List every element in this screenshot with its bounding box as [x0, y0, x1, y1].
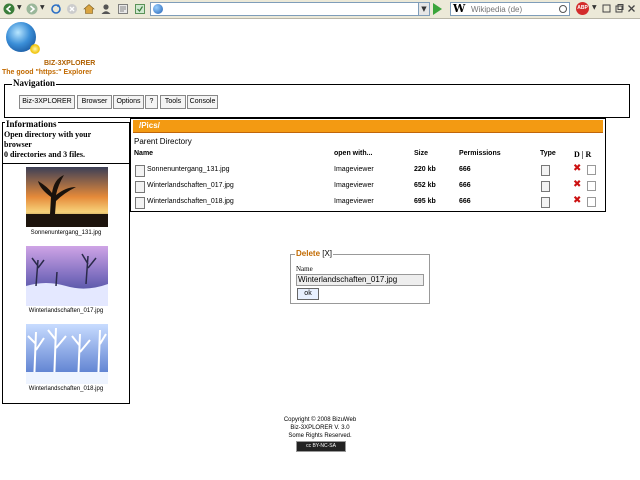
- footer-copyright: Copyright © 2008 BizuWeb: [283, 417, 357, 423]
- file-permissions: 666: [459, 182, 471, 189]
- wikipedia-icon[interactable]: W: [453, 2, 465, 15]
- delete-icon[interactable]: ✖: [573, 196, 581, 206]
- address-bar[interactable]: ▼: [150, 2, 430, 16]
- header-size: Size: [414, 150, 429, 157]
- navigation-legend: Navigation: [12, 78, 57, 88]
- thumbnail-caption: Sonnenuntergang_131.jpg: [30, 230, 102, 236]
- extension-icon[interactable]: [134, 3, 146, 15]
- file-icon: [135, 165, 145, 177]
- address-dropdown-icon[interactable]: ▼: [418, 3, 429, 15]
- delete-icon[interactable]: ✖: [573, 164, 581, 174]
- header-name: Name: [134, 150, 154, 157]
- thumbnail-sunset[interactable]: [26, 167, 108, 227]
- nav-button-console[interactable]: Console: [187, 95, 218, 109]
- go-icon[interactable]: [433, 3, 442, 15]
- file-name[interactable]: Sonnenuntergang_131.jpg: [147, 166, 230, 173]
- pics-panel: /Pics/ Parent Directory Name open with..…: [130, 118, 606, 212]
- file-type-icon: [541, 197, 550, 208]
- delete-icon[interactable]: ✖: [573, 180, 581, 190]
- delete-title: Delete: [296, 249, 321, 258]
- home-icon[interactable]: [83, 3, 95, 15]
- file-name[interactable]: Winterlandschaften_017.jpg: [147, 182, 234, 189]
- open-with-link[interactable]: Imageviewer: [334, 198, 374, 205]
- pics-title: /Pics/: [139, 121, 160, 130]
- restore-icon[interactable]: [615, 4, 624, 13]
- informations-panel: Informations Open directory with your br…: [2, 119, 130, 404]
- info-line-open-directory[interactable]: Open directory with your: [4, 130, 124, 140]
- informations-text: Open directory with your browser 0 direc…: [4, 130, 124, 160]
- pics-title-bar: /Pics/: [133, 120, 603, 133]
- navigation-panel: Navigation Biz-3XPLORER Browser Options …: [4, 78, 630, 118]
- rename-icon[interactable]: [587, 181, 596, 191]
- file-name[interactable]: Winterlandschaften_018.jpg: [147, 198, 234, 205]
- file-type-icon: [541, 181, 550, 192]
- adblock-dropdown-icon[interactable]: ▼: [592, 4, 597, 11]
- info-line-count: 0 directories and 3 files.: [4, 150, 85, 159]
- user-icon[interactable]: [100, 3, 112, 15]
- thumbnail-caption: Winterlandschaften_017.jpg: [28, 308, 104, 314]
- close-icon[interactable]: [627, 4, 636, 13]
- globe-icon: [153, 4, 163, 14]
- file-row: Winterlandschaften_018.jpg Imageviewer 6…: [131, 195, 605, 209]
- header-type: Type: [540, 150, 556, 157]
- footer: Copyright © 2008 BizuWeb Biz-3XPLORER V.…: [0, 416, 640, 440]
- info-line-browser[interactable]: browser: [4, 140, 124, 150]
- minimize-icon[interactable]: [602, 4, 611, 13]
- delete-close-button[interactable]: [X]: [322, 249, 332, 258]
- stop-icon[interactable]: [66, 3, 78, 15]
- file-size: 220 kb: [414, 166, 436, 173]
- adblock-icon[interactable]: ABP: [576, 2, 589, 15]
- name-field[interactable]: Winterlandschaften_017.jpg: [296, 274, 424, 286]
- forward-dropdown-icon[interactable]: ▼: [40, 4, 45, 11]
- file-row: Sonnenuntergang_131.jpg Imageviewer 220 …: [131, 163, 605, 177]
- file-type-icon: [541, 165, 550, 176]
- divider: [3, 163, 129, 164]
- delete-dialog: Delete [X] Name Winterlandschaften_017.j…: [290, 249, 430, 304]
- back-dropdown-icon[interactable]: ▼: [17, 4, 22, 11]
- file-row: Winterlandschaften_017.jpg Imageviewer 6…: [131, 179, 605, 193]
- file-icon: [135, 181, 145, 193]
- delete-legend: Delete [X]: [295, 249, 334, 258]
- nav-button-options[interactable]: Options: [113, 95, 144, 109]
- open-with-link[interactable]: Imageviewer: [334, 182, 374, 189]
- footer-version: Biz-3XPLORER V. 3.0: [290, 425, 350, 431]
- logo-spark-icon: [30, 44, 40, 54]
- reload-icon[interactable]: [50, 3, 62, 15]
- ok-button[interactable]: ok: [297, 288, 319, 300]
- name-label: Name: [296, 265, 313, 273]
- nav-button-tools[interactable]: Tools: [160, 95, 186, 109]
- cc-license-badge[interactable]: cc BY-NC-SA: [296, 441, 346, 452]
- app-tagline: The good "https:" Explorer: [2, 69, 92, 76]
- header-open-with: open with...: [334, 150, 373, 157]
- bookmark-icon[interactable]: [117, 3, 129, 15]
- open-with-link[interactable]: Imageviewer: [334, 166, 374, 173]
- header-permissions: Permissions: [459, 150, 501, 157]
- footer-rights: Some Rights Reserved.: [288, 433, 352, 439]
- search-icon[interactable]: [559, 5, 567, 13]
- file-size: 652 kb: [414, 182, 436, 189]
- rename-icon[interactable]: [587, 197, 596, 207]
- app-title: BIZ-3XPLORER: [44, 60, 96, 67]
- file-permissions: 666: [459, 166, 471, 173]
- forward-icon[interactable]: [26, 3, 38, 15]
- search-box[interactable]: W: [450, 2, 570, 16]
- thumbnail-caption: Winterlandschaften_018.jpg: [28, 386, 104, 392]
- header-delete-rename: D | R: [574, 150, 592, 159]
- file-icon: [135, 197, 145, 209]
- nav-button-help[interactable]: ?: [145, 95, 158, 109]
- nav-button-biz3xplorer[interactable]: Biz-3XPLORER: [19, 95, 75, 109]
- search-input[interactable]: [471, 3, 553, 15]
- thumbnail-winter-017[interactable]: [26, 246, 108, 306]
- rename-icon[interactable]: [587, 165, 596, 175]
- nav-button-browser[interactable]: Browser: [77, 95, 112, 109]
- file-size: 695 kb: [414, 198, 436, 205]
- file-permissions: 666: [459, 198, 471, 205]
- browser-toolbar: ▼ ▼ ▼ W ABP ▼: [0, 0, 640, 19]
- back-icon[interactable]: [3, 3, 15, 15]
- thumbnail-winter-018[interactable]: [26, 324, 108, 384]
- informations-legend: Informations: [5, 119, 58, 129]
- parent-directory-link[interactable]: Parent Directory: [134, 137, 192, 146]
